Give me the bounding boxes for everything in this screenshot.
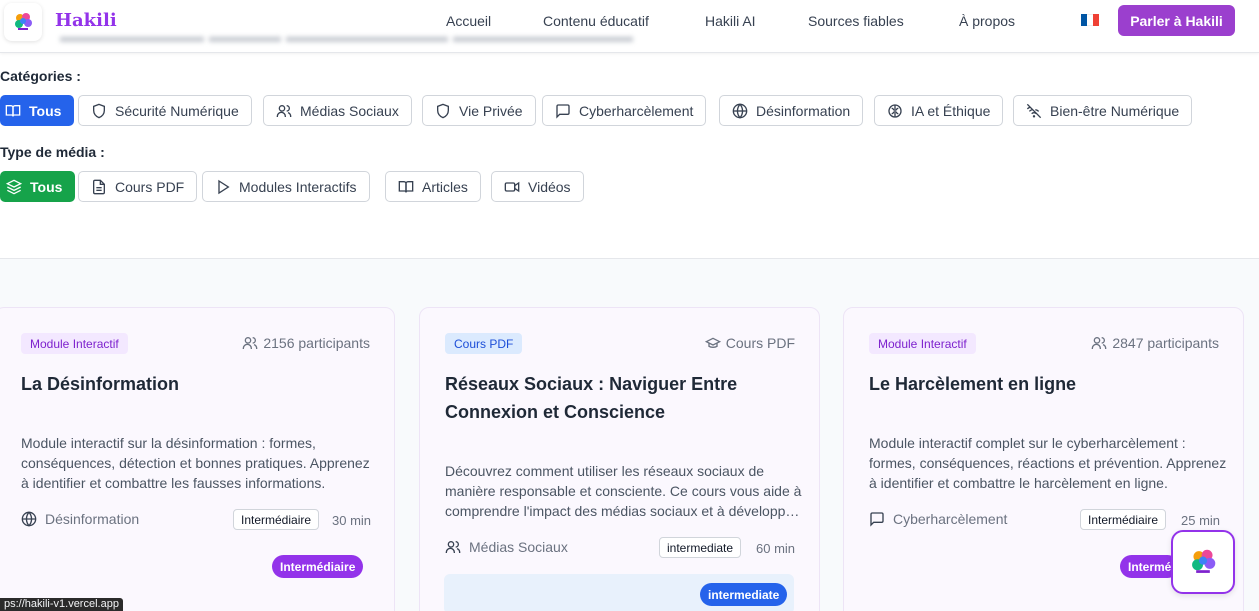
level-chip: intermediate <box>659 537 742 558</box>
chip-label: Désinformation <box>756 102 851 119</box>
browser-status-url: ps://hakili-v1.vercel.app <box>0 598 123 611</box>
chip-label: Vidéos <box>528 178 571 195</box>
category-text: Désinformation <box>45 511 140 527</box>
nav-accueil[interactable]: Accueil <box>446 13 491 29</box>
card-title[interactable]: Le Harcèlement en ligne <box>869 370 1229 398</box>
category-chip-tous[interactable]: Tous <box>0 95 75 126</box>
globe-icon <box>732 102 748 119</box>
category-text: Médias Sociaux <box>469 539 568 555</box>
media-chip-articles[interactable]: Articles <box>385 171 481 202</box>
card-category: Désinformation <box>21 511 139 527</box>
chip-label: Modules Interactifs <box>239 178 357 195</box>
layers-icon <box>6 179 22 194</box>
category-text: Cyberharcèlement <box>893 511 1008 527</box>
message-square-icon <box>870 512 884 527</box>
duration-text: 60 min <box>756 541 796 556</box>
media-chip-videos[interactable]: Vidéos <box>491 171 584 202</box>
category-chip-desinformation[interactable]: Désinformation <box>719 95 864 126</box>
categories-label: Catégories : <box>0 68 81 84</box>
shield-icon <box>93 103 105 118</box>
chip-label: Cours PDF <box>115 178 185 195</box>
talk-to-hakili-button[interactable]: Parler à Hakili <box>1118 5 1235 36</box>
category-chip-vie-privee[interactable]: Vie Privée <box>422 95 536 126</box>
media-chip-cours-pdf[interactable]: Cours PDF <box>78 171 198 202</box>
chip-label: Cyberharcèlement <box>579 102 694 119</box>
category-chip-ia-ethique[interactable]: IA et Éthique <box>874 95 1004 126</box>
video-icon <box>504 181 520 192</box>
category-chip-medias-sociaux[interactable]: Médias Sociaux <box>263 95 412 126</box>
hakili-logo-icon <box>15 13 32 30</box>
blurred-subtitle: ▬▬▬▬▬▬▬▬ ▬▬▬▬ ▬▬▬▬▬▬▬▬▬ ▬▬▬▬▬▬▬▬▬▬ <box>60 26 634 46</box>
nav-a-propos[interactable]: À propos <box>959 13 1015 29</box>
chip-label: Sécurité Numérique <box>115 102 239 119</box>
nav-sources-fiables[interactable]: Sources fiables <box>808 13 904 29</box>
media-type-badge: Module Interactif <box>21 333 128 354</box>
message-square-icon <box>556 103 570 119</box>
content-card-reseaux-sociaux[interactable]: Cours PDF Cours PDF Réseaux Sociaux : Na… <box>419 307 820 611</box>
chip-label: Médias Sociaux <box>300 102 399 119</box>
duration-text: 30 min <box>332 513 372 528</box>
chip-label: IA et Éthique <box>911 102 991 119</box>
book-open-icon <box>398 180 414 192</box>
level-chip: Intermédiaire <box>1080 509 1167 530</box>
card-description: Module interactif complet sur le cyberha… <box>869 435 1227 491</box>
top-header: Hakili ▬▬▬▬▬▬▬▬ ▬▬▬▬ ▬▬▬▬▬▬▬▬▬ ▬▬▬▬▬▬▬▬▬… <box>0 0 1259 53</box>
content-card-desinformation[interactable]: Module Interactif 2156 participants La D… <box>0 307 395 611</box>
category-chip-securite-numerique[interactable]: Sécurité Numérique <box>78 95 252 126</box>
participants-text: 2156 participants <box>263 335 370 351</box>
hakili-logo-icon <box>1192 549 1216 573</box>
french-flag-icon[interactable] <box>1081 14 1099 26</box>
card-description: Module interactif sur la désinformation … <box>21 435 370 491</box>
users-icon <box>243 337 258 349</box>
globe-icon <box>21 511 37 527</box>
graduation-cap-icon <box>704 337 721 348</box>
card-description: Découvrez comment utiliser les réseaux s… <box>445 463 802 519</box>
level-pill: Intermédiaire <box>272 555 364 578</box>
media-type-label: Type de média : <box>0 144 105 160</box>
file-text-icon <box>93 179 105 194</box>
media-type-badge: Cours PDF <box>445 333 523 354</box>
category-filter-row: Tous Sécurité Numérique Médias Sociaux V… <box>0 95 1259 126</box>
media-chip-modules-interactifs[interactable]: Modules Interactifs <box>202 171 370 202</box>
shield-icon <box>437 103 449 118</box>
duration-text: 25 min <box>1181 513 1221 528</box>
media-filter-row: Tous Cours PDF Modules Interactifs Artic… <box>0 171 1259 202</box>
level-pill: intermediate <box>700 583 788 606</box>
chip-label: Vie Privée <box>459 102 523 119</box>
participants-text: 2847 participants <box>1112 335 1219 351</box>
chip-label: Tous <box>29 102 62 119</box>
card-category: Médias Sociaux <box>445 539 568 555</box>
card-title[interactable]: Réseaux Sociaux : Naviguer Entre Connexi… <box>445 370 805 426</box>
nav-contenu-educatif[interactable]: Contenu éducatif <box>543 13 649 29</box>
users-icon <box>1092 337 1107 349</box>
chip-label: Articles <box>422 178 468 195</box>
hakili-chat-widget-button[interactable] <box>1171 530 1235 594</box>
wifi-off-icon <box>1026 103 1042 118</box>
play-icon <box>218 179 230 194</box>
level-chip: Intermédiaire <box>233 509 320 530</box>
book-open-icon <box>5 104 21 116</box>
hakili-logo[interactable] <box>4 3 42 41</box>
users-icon <box>276 104 292 117</box>
chip-label: Bien-être Numérique <box>1050 102 1180 119</box>
category-chip-bien-etre-numerique[interactable]: Bien-être Numérique <box>1013 95 1193 126</box>
brain-icon <box>888 103 902 118</box>
chip-label: Tous <box>30 178 63 195</box>
media-type-badge: Module Interactif <box>869 333 976 354</box>
participants-count: 2156 participants <box>242 335 370 351</box>
media-type-meta: Cours PDF <box>704 335 795 351</box>
card-title[interactable]: La Désinformation <box>21 370 381 398</box>
media-chip-tous[interactable]: Tous <box>0 171 76 202</box>
users-icon <box>445 541 461 553</box>
category-chip-cyberharcelement[interactable]: Cyberharcèlement <box>542 95 707 126</box>
participants-count: 2847 participants <box>1091 335 1219 351</box>
nav-hakili-ai[interactable]: Hakili AI <box>705 13 756 29</box>
media-type-text: Cours PDF <box>725 335 795 351</box>
card-category: Cyberharcèlement <box>869 511 1007 527</box>
